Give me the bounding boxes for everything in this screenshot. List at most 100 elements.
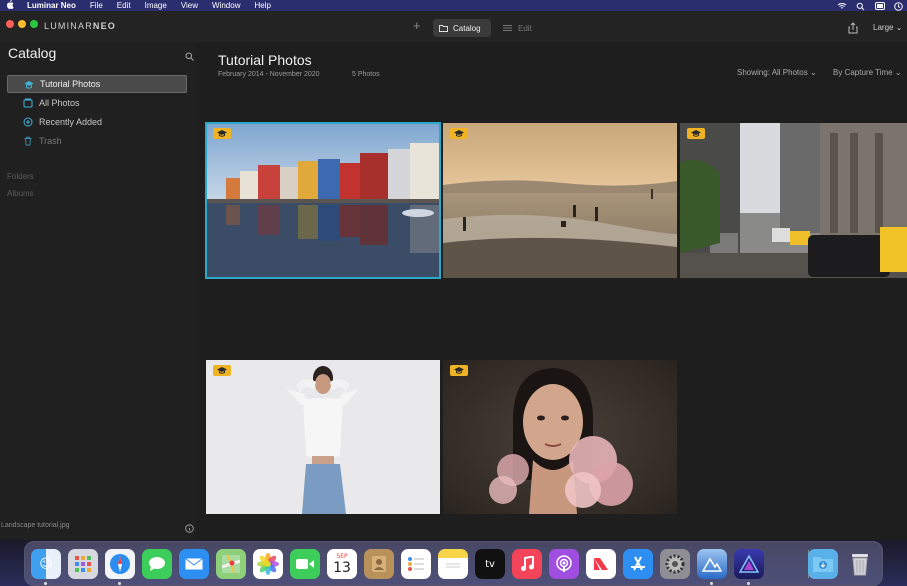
app-store-icon[interactable]	[623, 549, 653, 579]
chevron-down-icon: ⌄	[894, 68, 902, 77]
menu-app-name[interactable]: Luminar Neo	[27, 1, 76, 10]
running-indicator	[118, 582, 121, 585]
safari-icon[interactable]	[105, 549, 135, 579]
sidebar-item-all-photos[interactable]: All Photos	[7, 94, 187, 112]
sidebar-section-folders[interactable]: Folders	[7, 172, 34, 181]
wifi-icon[interactable]	[837, 2, 847, 10]
sort-select-label: By Capture Time	[833, 68, 893, 77]
reminders-icon[interactable]	[401, 549, 431, 579]
edit-tab-label: Edit	[518, 23, 532, 33]
sort-select[interactable]: By Capture Time ⌄	[833, 68, 902, 77]
graduation-cap-icon	[213, 365, 231, 376]
menu-file[interactable]: File	[90, 1, 103, 10]
launchpad-icon[interactable]	[68, 549, 98, 579]
catalog-tab[interactable]: Catalog	[433, 19, 491, 37]
portrait-white-blouse-image	[206, 360, 440, 514]
sidebar-item-label: Tutorial Photos	[40, 79, 101, 89]
notes-icon[interactable]	[438, 549, 468, 579]
sidebar-item-label: Trash	[39, 136, 62, 146]
thumbnail-size-label: Large	[873, 23, 894, 32]
minimize-window-button[interactable]	[18, 20, 26, 28]
photo-thumbnail[interactable]	[443, 123, 677, 278]
finder-icon[interactable]: ☺	[31, 549, 61, 579]
music-icon[interactable]	[512, 549, 542, 579]
facetime-icon[interactable]	[290, 549, 320, 579]
city-photo-image	[680, 123, 907, 278]
maps-icon[interactable]	[216, 549, 246, 579]
graduation-cap-icon	[213, 128, 231, 139]
close-window-button[interactable]	[6, 20, 14, 28]
catalog-tab-label: Catalog	[453, 23, 481, 33]
photo-count: 5 Photos	[352, 71, 380, 78]
zoom-window-button[interactable]	[30, 20, 38, 28]
info-icon[interactable]	[185, 520, 194, 533]
sidebar-item-recently-added[interactable]: Recently Added	[7, 113, 187, 131]
thumbnail-size-select[interactable]: Large ⌄	[873, 23, 902, 32]
sidebar-item-trash[interactable]: Trash	[7, 132, 187, 150]
portrait-pink-flower-image	[443, 360, 677, 514]
photos-app-icon[interactable]	[253, 549, 283, 579]
menu-view[interactable]: View	[181, 1, 198, 10]
running-indicator	[710, 582, 713, 585]
clock-icon[interactable]	[894, 1, 903, 11]
photo-thumbnail[interactable]	[680, 123, 907, 278]
running-indicator	[747, 582, 750, 585]
graduation-cap-icon	[24, 81, 34, 89]
menu-image[interactable]: Image	[145, 1, 167, 10]
date-range: February 2014 - November 2020	[218, 71, 320, 78]
system-preferences-icon[interactable]	[660, 549, 690, 579]
news-icon[interactable]	[586, 549, 616, 579]
podcasts-icon[interactable]	[549, 549, 579, 579]
messages-icon[interactable]	[142, 549, 172, 579]
dock: ☺ SEP 13 tv	[24, 541, 883, 586]
sliders-icon	[503, 25, 512, 31]
plus-circle-icon	[23, 117, 33, 127]
sidebar-item-label: Recently Added	[39, 117, 103, 127]
control-center-icon[interactable]	[875, 1, 885, 10]
trash-icon	[24, 136, 32, 146]
graduation-cap-icon	[687, 128, 705, 139]
luminar-app-icon[interactable]	[697, 549, 727, 579]
graduation-cap-icon	[450, 365, 468, 376]
menu-window[interactable]: Window	[212, 1, 240, 10]
menu-help[interactable]: Help	[254, 1, 270, 10]
sidebar-item-label: All Photos	[39, 98, 80, 108]
calendar-icon[interactable]: SEP 13	[327, 549, 357, 579]
mail-icon[interactable]	[179, 549, 209, 579]
search-icon[interactable]	[185, 48, 194, 61]
filter-select-label: Showing: All Photos	[737, 68, 808, 77]
search-icon[interactable]	[856, 2, 865, 10]
photo-thumbnail[interactable]	[205, 122, 441, 279]
sidebar-item-tutorial-photos[interactable]: Tutorial Photos	[7, 75, 187, 93]
photos-icon	[23, 98, 33, 108]
filter-select[interactable]: Showing: All Photos ⌄	[737, 68, 817, 77]
menu-edit[interactable]: Edit	[117, 1, 131, 10]
share-icon[interactable]	[848, 21, 858, 34]
graduation-cap-icon	[450, 128, 468, 139]
title-bar: LUMINARNEO + Catalog Edit Large ⌄	[0, 11, 907, 42]
sidebar-title: Catalog	[8, 45, 57, 61]
trash-icon[interactable]	[845, 549, 875, 579]
harbor-photo-image	[206, 123, 440, 278]
chevron-down-icon: ⌄	[809, 68, 817, 77]
add-photos-button[interactable]: +	[413, 19, 421, 32]
calendar-day: 13	[333, 559, 351, 576]
page-title: Tutorial Photos	[218, 52, 312, 68]
app-logo: LUMINARNEO	[44, 21, 117, 31]
photo-thumbnail[interactable]	[206, 360, 440, 514]
contacts-icon[interactable]	[364, 549, 394, 579]
apple-tv-icon[interactable]: tv	[475, 549, 505, 579]
beach-photo-image	[443, 123, 677, 278]
downloads-folder-icon[interactable]	[808, 549, 838, 579]
apple-tv-label: tv	[485, 558, 495, 570]
menu-bar: Luminar Neo File Edit Image View Window …	[0, 0, 907, 11]
chevron-down-icon: ⌄	[895, 23, 903, 32]
sidebar-section-albums[interactable]: Albums	[7, 189, 34, 198]
luminar-neo-icon[interactable]	[734, 549, 764, 579]
photo-thumbnail[interactable]	[443, 360, 677, 514]
selected-file-name: Landscape tutorial.jpg	[1, 522, 70, 529]
apple-icon[interactable]	[5, 0, 15, 11]
folder-icon	[439, 25, 448, 32]
edit-tab[interactable]: Edit	[503, 19, 532, 37]
sidebar: Catalog Tutorial Photos All Photos Recen…	[0, 42, 196, 540]
